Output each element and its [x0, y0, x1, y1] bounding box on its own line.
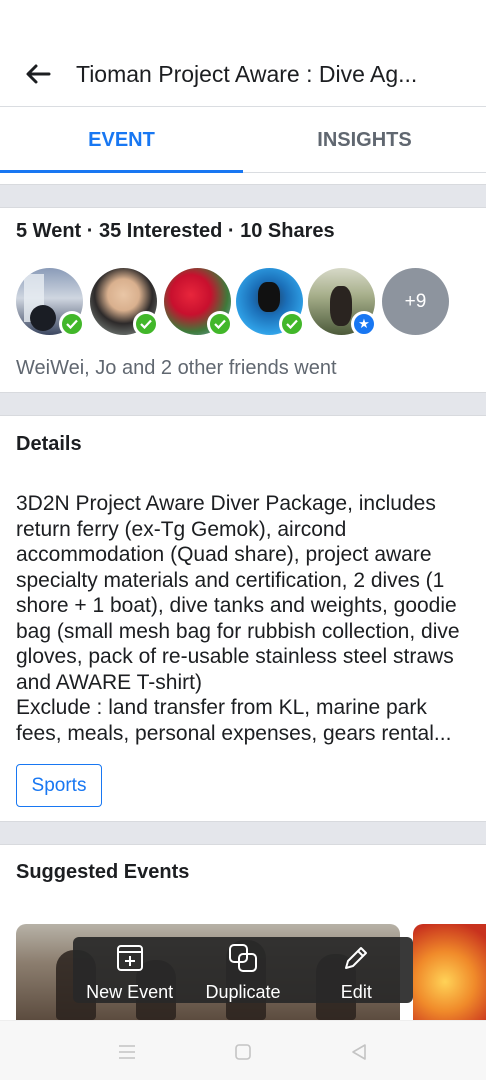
- duplicate-button[interactable]: Duplicate: [186, 937, 299, 1003]
- section-divider: [0, 184, 486, 208]
- avatar[interactable]: [164, 268, 233, 337]
- home-square-icon: [235, 1044, 251, 1060]
- tab-event[interactable]: EVENT: [0, 107, 243, 173]
- home-nav-button[interactable]: [232, 1041, 254, 1063]
- menu-icon: [119, 1045, 135, 1059]
- duplicate-label: Duplicate: [205, 982, 281, 1002]
- going-check-icon: [207, 311, 233, 337]
- avatar[interactable]: [90, 268, 159, 337]
- category-tag[interactable]: Sports: [16, 764, 102, 807]
- page-title: Tioman Project Aware : Dive Ag...: [76, 61, 418, 87]
- suggested-event-card[interactable]: [413, 924, 486, 1020]
- section-divider: [0, 821, 486, 845]
- pencil-icon: [341, 943, 371, 973]
- event-stats[interactable]: 5 Went · 35 Interested · 10 Shares: [16, 220, 335, 243]
- friends-went-text: WeiWei, Jo and 2 other friends went: [16, 357, 337, 379]
- details-heading: Details: [16, 433, 82, 455]
- edit-label: Edit: [340, 982, 372, 1002]
- duplicate-icon: [228, 943, 258, 973]
- section-divider: [0, 392, 486, 416]
- event-action-bar: New Event Duplicate Edit: [73, 937, 413, 1003]
- back-nav-button[interactable]: [348, 1041, 370, 1063]
- arrow-left-icon: [26, 64, 51, 84]
- suggested-events-heading: Suggested Events: [16, 861, 190, 883]
- avatar[interactable]: [236, 268, 305, 337]
- going-check-icon: [279, 311, 305, 337]
- tab-bar: EVENT INSIGHTS: [0, 106, 486, 173]
- new-event-label: New Event: [86, 982, 174, 1002]
- attendee-avatars[interactable]: ★ +9: [16, 268, 476, 337]
- host-star-icon: ★: [351, 311, 377, 337]
- back-button[interactable]: [22, 58, 54, 90]
- tab-insights[interactable]: INSIGHTS: [243, 107, 486, 172]
- back-triangle-icon: [352, 1044, 366, 1060]
- new-event-icon: [115, 943, 145, 973]
- edit-button[interactable]: Edit: [300, 937, 413, 1003]
- avatar[interactable]: [16, 268, 85, 337]
- menu-nav-button[interactable]: [116, 1041, 138, 1063]
- system-nav-bar: [0, 1020, 486, 1080]
- event-description: 3D2N Project Aware Diver Package, includ…: [16, 491, 476, 746]
- more-attendees-button[interactable]: +9: [382, 268, 449, 335]
- going-check-icon: [133, 311, 159, 337]
- avatar[interactable]: ★: [308, 268, 377, 337]
- description-text: 3D2N Project Aware Diver Package, includ…: [16, 492, 460, 745]
- new-event-button[interactable]: New Event: [73, 937, 186, 1003]
- going-check-icon: [59, 311, 85, 337]
- app-header: Tioman Project Aware : Dive Ag...: [0, 0, 486, 106]
